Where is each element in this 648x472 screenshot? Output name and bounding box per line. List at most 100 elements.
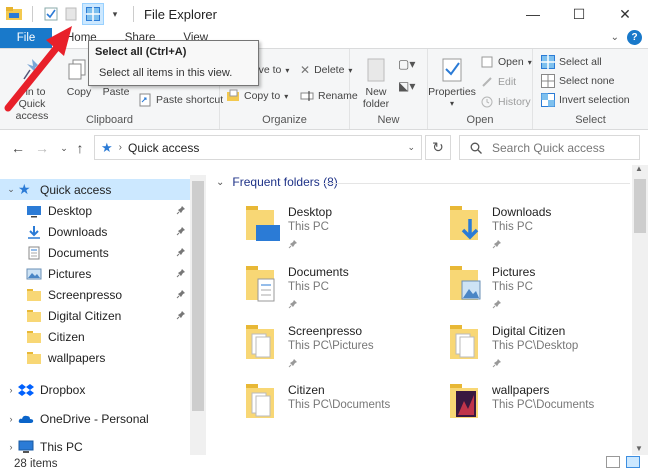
- pin-icon: [288, 359, 297, 368]
- new-folder-qat-icon[interactable]: [63, 6, 79, 22]
- nav-item-onedrive[interactable]: › OneDrive - Personal: [0, 408, 190, 429]
- nav-item-quick-access[interactable]: ⌄ ★ Quick access: [0, 179, 190, 200]
- select-none-button[interactable]: Select none: [541, 74, 614, 88]
- folder-tile-wallpapers[interactable]: wallpapers This PC\Documents: [448, 381, 648, 433]
- tab-file[interactable]: File: [0, 28, 52, 48]
- pin-icon[interactable]: [176, 289, 186, 299]
- easy-access-icon[interactable]: ⬕▾: [398, 79, 415, 93]
- address-field[interactable]: ★ › Quick access ⌄: [94, 135, 422, 160]
- properties-button[interactable]: Properties ▾: [428, 57, 476, 110]
- nav-item-digital-citizen[interactable]: Digital Citizen: [0, 305, 190, 326]
- folder-tile-downloads[interactable]: Downloads This PC: [448, 203, 648, 255]
- minimize-button[interactable]: —: [510, 0, 556, 28]
- scroll-up-arrow-icon[interactable]: ▲: [635, 164, 643, 173]
- address-dropdown-icon[interactable]: ⌄: [407, 142, 415, 153]
- folder-tile-pictures[interactable]: Pictures This PC: [448, 263, 648, 315]
- maximize-button[interactable]: ☐: [556, 0, 602, 28]
- collapsed-chevron-icon[interactable]: ›: [4, 385, 18, 395]
- select-group: Select all Select none Invert selection …: [533, 49, 648, 129]
- window-controls: — ☐ ✕: [510, 0, 648, 28]
- documents-folder-icon: [28, 246, 40, 259]
- pictures-folder-icon: [450, 266, 481, 300]
- select-all-qat-button[interactable]: [82, 3, 104, 25]
- select-all-button[interactable]: Select all: [541, 55, 602, 69]
- minimize-ribbon-icon[interactable]: ⌄: [611, 32, 619, 43]
- nav-item-documents[interactable]: Documents: [0, 242, 190, 263]
- customize-qat-dropdown-icon[interactable]: ▾: [107, 6, 123, 22]
- details-view-button[interactable]: [606, 456, 620, 468]
- nav-item-wallpapers[interactable]: wallpapers: [0, 347, 190, 368]
- forward-button[interactable]: →: [32, 138, 52, 158]
- delete-button[interactable]: ✕ Delete ▾: [300, 63, 352, 77]
- nav-pane-scroll-thumb[interactable]: [192, 181, 204, 411]
- content-scroll-thumb[interactable]: [634, 179, 646, 233]
- nav-item-screenpresso[interactable]: Screenpresso: [0, 284, 190, 305]
- star-icon: ★: [18, 181, 31, 197]
- nav-item-dropbox[interactable]: › Dropbox: [0, 379, 190, 400]
- pin-icon[interactable]: [176, 247, 186, 257]
- folder-location: This PC\Pictures: [288, 340, 374, 352]
- quick-access-star-icon: ★: [101, 139, 113, 155]
- folder-tile-digital-citizen[interactable]: Digital Citizen This PC\Desktop: [448, 322, 648, 374]
- delete-icon: ✕: [300, 63, 311, 77]
- nav-item-citizen[interactable]: Citizen: [0, 326, 190, 347]
- search-input[interactable]: Search Quick access: [459, 135, 640, 160]
- title-separator: [133, 6, 134, 22]
- new-folder-label: New folder: [362, 86, 390, 110]
- nav-item-downloads[interactable]: Downloads: [0, 221, 190, 242]
- collapsed-chevron-icon[interactable]: ›: [4, 414, 18, 424]
- help-icon[interactable]: ?: [627, 30, 642, 45]
- folder-tile-desktop[interactable]: Desktop This PC: [244, 203, 444, 255]
- pin-icon[interactable]: [176, 205, 186, 215]
- folder-tile-screenpresso[interactable]: Screenpresso This PC\Pictures: [244, 322, 444, 374]
- new-folder-button[interactable]: New folder: [358, 57, 394, 110]
- open-group: Properties ▾ Open ▾ Edit History Open: [428, 49, 533, 129]
- tooltip-description: Select all items in this view.: [99, 67, 233, 79]
- pin-to-quick-access-button[interactable]: Pin to Quick access: [4, 57, 60, 122]
- breadcrumb-quick-access[interactable]: Quick access: [128, 141, 199, 155]
- folder-name: Citizen: [288, 383, 325, 397]
- properties-check-icon[interactable]: [43, 6, 59, 22]
- properties-label: Properties: [428, 86, 476, 98]
- open-dropdown-icon: ▾: [527, 57, 532, 67]
- pin-icon[interactable]: [176, 268, 186, 278]
- collapsed-chevron-icon[interactable]: ›: [4, 442, 18, 452]
- nav-item-desktop[interactable]: Desktop: [0, 200, 190, 221]
- section-collapse-chevron-icon[interactable]: ⌄: [216, 177, 224, 188]
- nav-item-this-pc[interactable]: › This PC: [0, 436, 190, 457]
- paste-label: Paste: [102, 86, 130, 98]
- history-button[interactable]: History: [480, 95, 531, 109]
- scroll-down-arrow-icon[interactable]: ▼: [635, 444, 643, 453]
- invert-selection-button[interactable]: Invert selection: [541, 93, 630, 107]
- back-button[interactable]: ←: [8, 138, 28, 158]
- content-scrollbar[interactable]: ▲ ▼: [632, 164, 648, 455]
- new-item-icon[interactable]: ▢▾: [398, 57, 415, 71]
- status-bar: 28 items: [0, 455, 648, 472]
- refresh-button[interactable]: ↻: [425, 135, 451, 160]
- frequent-folders-header[interactable]: ⌄ Frequent folders (8): [216, 175, 338, 189]
- expanded-chevron-icon[interactable]: ⌄: [4, 184, 18, 195]
- nav-item-pictures[interactable]: Pictures: [0, 263, 190, 284]
- open-button[interactable]: Open ▾: [480, 55, 532, 69]
- copy-to-button[interactable]: Copy to ▾: [226, 89, 288, 103]
- paste-shortcut-button[interactable]: Paste shortcut: [138, 93, 223, 107]
- select-all-tooltip: Select all (Ctrl+A) Select all items in …: [88, 40, 259, 86]
- folder-tile-documents[interactable]: Documents This PC: [244, 263, 444, 315]
- folder-name: Digital Citizen: [492, 324, 566, 338]
- close-button[interactable]: ✕: [602, 0, 648, 28]
- desktop-folder-icon: [246, 206, 280, 241]
- nav-item-label: Pictures: [48, 266, 92, 281]
- large-icons-view-button[interactable]: [626, 456, 640, 468]
- window-title: File Explorer: [144, 6, 217, 22]
- select-none-icon: [541, 74, 555, 88]
- pin-icon[interactable]: [176, 310, 186, 320]
- up-button[interactable]: ↑: [70, 138, 90, 158]
- folder-tile-citizen[interactable]: Citizen This PC\Documents: [244, 381, 444, 433]
- pin-icon: [492, 300, 501, 309]
- nav-item-label: Downloads: [48, 224, 108, 239]
- pin-icon[interactable]: [176, 226, 186, 236]
- nav-pane-scrollbar[interactable]: [190, 175, 206, 455]
- edit-button[interactable]: Edit: [480, 75, 516, 89]
- nav-item-label: OneDrive - Personal: [40, 411, 149, 426]
- open-group-label: Open: [466, 114, 494, 126]
